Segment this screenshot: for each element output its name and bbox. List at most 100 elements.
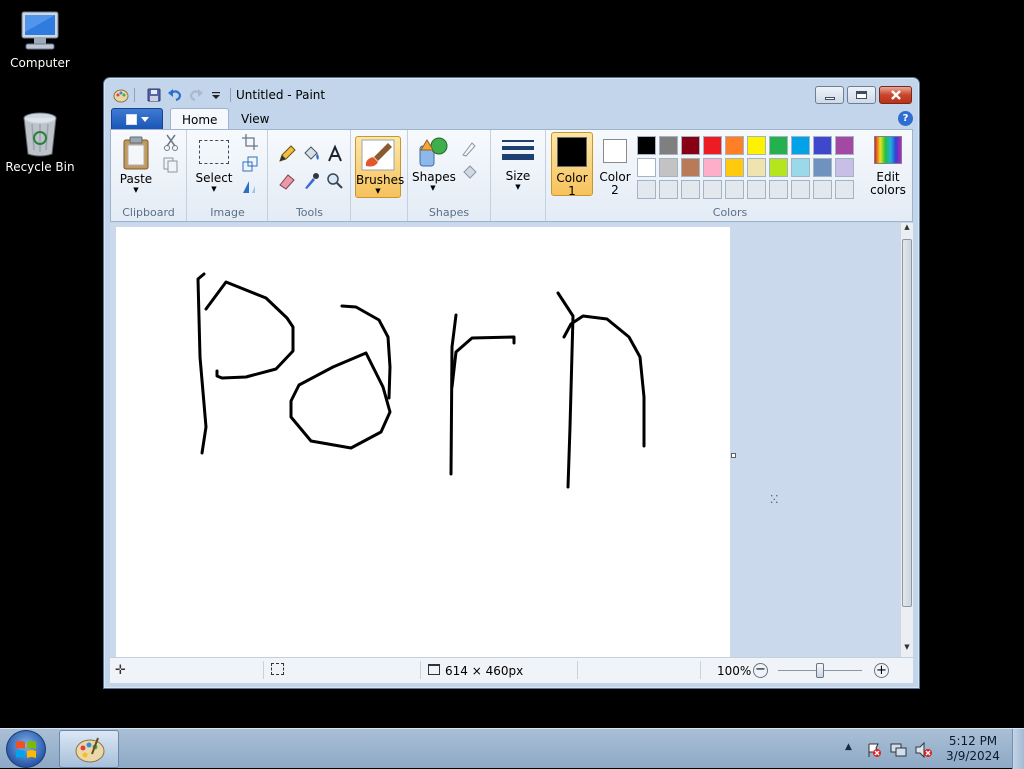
palette-swatch[interactable] xyxy=(703,136,722,155)
canvas-resize-handle[interactable] xyxy=(731,453,736,458)
fill-icon[interactable] xyxy=(460,162,480,182)
close-button[interactable] xyxy=(879,86,912,104)
eraser-icon[interactable] xyxy=(277,171,297,191)
start-button[interactable] xyxy=(6,730,46,768)
close-icon xyxy=(890,90,901,100)
palette-swatch[interactable] xyxy=(747,180,766,199)
show-desktop-button[interactable] xyxy=(1012,729,1024,769)
zoom-out-button[interactable]: − xyxy=(753,663,768,678)
show-hidden-icons-chevron-up-icon[interactable]: ▲ xyxy=(845,742,852,752)
desktop-icon-computer[interactable]: Computer xyxy=(0,10,80,70)
chevron-down-icon: ▼ xyxy=(133,186,139,194)
scroll-down-arrow-icon[interactable]: ▼ xyxy=(901,643,913,657)
scrollbar-thumb[interactable] xyxy=(902,239,912,607)
palette-swatch[interactable] xyxy=(659,180,678,199)
cut-icon[interactable] xyxy=(161,133,181,153)
colors-group: Color 1 Color 2 Edit colors Colors xyxy=(547,130,913,221)
zoom-in-button[interactable]: + xyxy=(874,663,889,678)
chevron-down-icon: ▼ xyxy=(375,187,381,195)
paint-menu-button[interactable] xyxy=(111,108,163,130)
palette-swatch[interactable] xyxy=(835,136,854,155)
palette-swatch[interactable] xyxy=(659,158,678,177)
edit-colors-button[interactable]: Edit colors xyxy=(867,132,909,197)
vertical-scrollbar[interactable]: ▲ ▼ xyxy=(900,223,913,657)
palette-swatch[interactable] xyxy=(769,136,788,155)
size-button[interactable]: Size ▼ xyxy=(496,134,540,194)
customize-qat-chevron-down-icon[interactable] xyxy=(208,87,224,103)
color-palette xyxy=(637,136,863,202)
brush-icon xyxy=(361,139,395,171)
copy-icon[interactable] xyxy=(161,155,181,175)
clock-time: 5:12 PM xyxy=(948,734,998,748)
magnifier-icon[interactable] xyxy=(325,171,345,191)
palette-swatch[interactable] xyxy=(813,136,832,155)
shapes-group-label: Shapes xyxy=(428,206,470,219)
tab-home[interactable]: Home xyxy=(170,108,230,130)
fill-bucket-icon[interactable] xyxy=(301,144,321,164)
palette-swatch[interactable] xyxy=(791,136,810,155)
help-icon[interactable]: ? xyxy=(898,111,913,126)
shapes-label: Shapes xyxy=(412,170,456,184)
palette-swatch[interactable] xyxy=(725,136,744,155)
maximize-button[interactable] xyxy=(847,86,876,104)
minimize-button[interactable] xyxy=(815,86,844,104)
color2-button[interactable]: Color 2 xyxy=(595,132,635,197)
outline-icon[interactable] xyxy=(460,138,480,158)
paint-app-icon[interactable] xyxy=(113,87,129,103)
crop-icon[interactable] xyxy=(240,132,260,152)
palette-swatch[interactable] xyxy=(681,180,700,199)
desktop-icon-recycle-bin[interactable]: Recycle Bin xyxy=(0,110,80,174)
network-icon[interactable] xyxy=(890,742,908,758)
shapes-button[interactable]: Shapes ▼ xyxy=(412,134,456,194)
color1-button[interactable]: Color 1 xyxy=(551,132,593,198)
select-button[interactable]: Select ▼ xyxy=(192,134,236,194)
tab-view[interactable]: View xyxy=(230,108,280,130)
drawing-canvas[interactable] xyxy=(116,227,730,657)
palette-swatch[interactable] xyxy=(835,180,854,199)
palette-swatch[interactable] xyxy=(659,136,678,155)
palette-swatch[interactable] xyxy=(747,136,766,155)
clock[interactable]: 5:12 PM 3/9/2024 xyxy=(940,734,1006,764)
paste-button[interactable]: Paste ▼ xyxy=(115,134,157,194)
scroll-up-arrow-icon[interactable]: ▲ xyxy=(901,223,913,237)
volume-muted-icon[interactable] xyxy=(915,742,933,758)
ribbon: Paste ▼ Clipboard Select ▼ Image Tools B… xyxy=(110,129,913,222)
palette-swatch[interactable] xyxy=(637,136,656,155)
palette-swatch[interactable] xyxy=(637,180,656,199)
palette-swatch[interactable] xyxy=(791,180,810,199)
canvas-area[interactable]: ⁚·⁚ xyxy=(110,223,900,657)
palette-swatch[interactable] xyxy=(769,180,788,199)
palette-swatch[interactable] xyxy=(725,158,744,177)
palette-swatch[interactable] xyxy=(747,158,766,177)
rotate-icon[interactable] xyxy=(240,176,260,196)
text-icon[interactable] xyxy=(325,144,345,164)
zoom-slider-thumb[interactable] xyxy=(816,663,824,678)
palette-swatch[interactable] xyxy=(769,158,788,177)
palette-swatch[interactable] xyxy=(703,180,722,199)
palette-swatch[interactable] xyxy=(725,180,744,199)
windows-logo-icon xyxy=(16,741,36,758)
palette-swatch[interactable] xyxy=(681,158,700,177)
palette-swatch[interactable] xyxy=(791,158,810,177)
palette-swatch[interactable] xyxy=(835,158,854,177)
recycle-bin-icon xyxy=(23,112,57,157)
palette-swatch[interactable] xyxy=(813,158,832,177)
image-size-icon xyxy=(428,664,440,675)
palette-swatch[interactable] xyxy=(813,180,832,199)
brushes-button[interactable]: Brushes ▼ xyxy=(355,136,404,198)
resize-icon[interactable] xyxy=(240,154,260,174)
undo-icon[interactable] xyxy=(167,87,183,103)
palette-swatch[interactable] xyxy=(637,158,656,177)
action-center-flag-icon[interactable] xyxy=(866,742,882,758)
redo-icon[interactable] xyxy=(188,87,204,103)
save-icon[interactable] xyxy=(146,87,162,103)
palette-swatch[interactable] xyxy=(703,158,722,177)
color-picker-icon[interactable] xyxy=(301,171,321,191)
shapes-group: Shapes ▼ Shapes xyxy=(407,130,491,221)
color2-swatch xyxy=(603,139,627,163)
title-bar[interactable]: Untitled - Paint xyxy=(104,78,919,108)
taskbar-paint-button[interactable] xyxy=(59,730,119,768)
palette-swatch[interactable] xyxy=(681,136,700,155)
document-icon xyxy=(125,113,137,125)
pencil-icon[interactable] xyxy=(277,144,297,164)
